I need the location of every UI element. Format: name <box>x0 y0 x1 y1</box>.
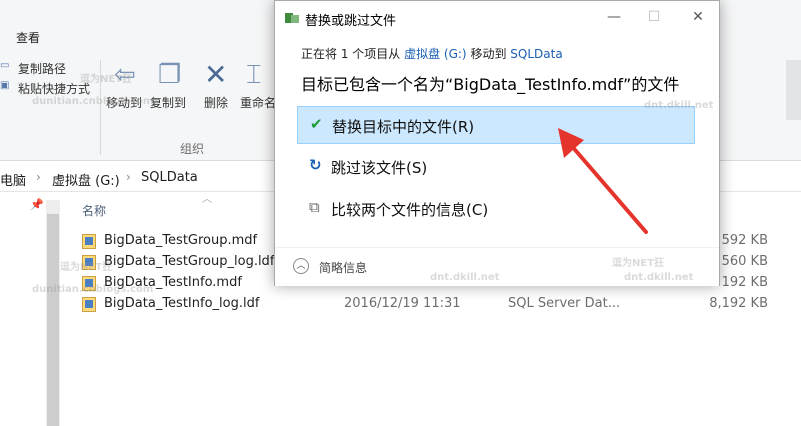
delete-icon: ✕ <box>204 58 228 91</box>
sort-ascending-icon: ︿ <box>202 194 212 205</box>
chevron-up-icon[interactable]: ︿ <box>293 258 309 274</box>
database-file-icon <box>82 297 96 312</box>
source-link[interactable]: 虚拟盘 (G:) <box>404 47 467 61</box>
watermark: 逗为NET狂 <box>60 262 113 273</box>
database-file-icon <box>82 234 96 249</box>
chevron-right-icon: › <box>36 170 41 184</box>
rename-icon: ⌶ <box>246 60 262 90</box>
dialog-title: 替换或跳过文件 <box>305 14 397 29</box>
compare-icon: ⧉ <box>309 198 320 216</box>
destination-link[interactable]: SQLData <box>510 47 562 61</box>
watermark: dunitian.cnblogs.com <box>32 96 154 107</box>
ribbon-edge <box>786 60 801 120</box>
copy-path-icon: ▭ <box>0 60 10 71</box>
watermark: dnt.dkill.net <box>644 100 714 111</box>
copy-to-button[interactable]: ❐ 复制到 <box>148 58 192 118</box>
watermark: 逗为NET狂 <box>612 258 665 269</box>
watermark: 逗为NET狂 <box>80 74 133 85</box>
breadcrumb-drive[interactable]: 虚拟盘 (G:) <box>52 170 120 189</box>
fewer-details-toggle[interactable]: 简略信息 <box>319 259 367 276</box>
watermark: dunitian.cnblogs.com <box>32 284 154 295</box>
pin-icon[interactable]: 📌 <box>30 198 44 211</box>
move-to-button[interactable]: ⇦ 移动到 <box>104 58 148 118</box>
delete-button[interactable]: ✕ 删除 <box>200 58 236 118</box>
group-label-organize: 组织 <box>180 142 205 156</box>
rename-button[interactable]: ⌶ 重命名 <box>238 58 278 118</box>
watermark: dnt.dkill.net <box>430 272 500 283</box>
paste-shortcut-icon: ▣ <box>0 80 10 91</box>
close-button[interactable]: ✕ <box>683 5 713 29</box>
column-header-name[interactable]: 名称 <box>82 202 106 219</box>
copy-to-icon: ❐ <box>158 60 182 90</box>
tab-view[interactable]: 查看 <box>16 29 40 46</box>
nav-scrollbar-thumb[interactable] <box>47 214 59 426</box>
dialog-heading: 目标已包含一个名为“BigData_TestInfo.mdf”的文件 <box>301 75 680 94</box>
watermark: dnt.dkill.net <box>624 272 694 283</box>
check-icon: ✔ <box>310 115 323 133</box>
skip-icon: ↻ <box>309 156 322 174</box>
breadcrumb-computer[interactable]: 电脑 <box>0 170 26 189</box>
minimize-button[interactable]: — <box>599 5 629 29</box>
status-line: 正在将 1 个项目从 虚拟盘 (G:) 移动到 SQLData <box>301 47 563 61</box>
annotation-arrow-icon <box>558 128 648 234</box>
chevron-right-icon: › <box>126 170 131 184</box>
file-row[interactable]: BigData_TestInfo_log.ldf 2016/12/19 11:3… <box>82 294 782 315</box>
maximize-button[interactable]: ☐ <box>639 5 669 29</box>
breadcrumb-folder[interactable]: SQLData <box>141 170 198 185</box>
move-files-icon <box>285 13 299 23</box>
